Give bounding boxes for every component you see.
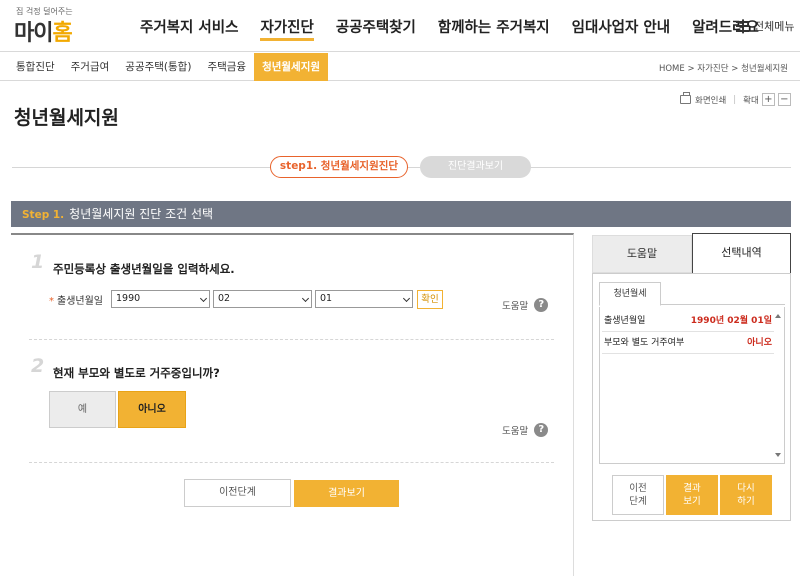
zoom-out-button[interactable]: − bbox=[777, 93, 791, 106]
all-menu-label: 전체메뉴 bbox=[754, 20, 795, 33]
print-icon bbox=[680, 92, 691, 104]
nav-item-self-diagnosis[interactable]: 자가진단 bbox=[260, 16, 315, 41]
site-logo[interactable]: 집 걱정 덜어주는 마이홈 bbox=[12, 6, 82, 46]
scroll-up-icon[interactable] bbox=[775, 314, 781, 318]
side-panel-body: 청년월세 출생년월일 1990년 02월 01일 부모와 별도 거주여부 아니오… bbox=[592, 273, 791, 521]
nav-item-housing-welfare-service[interactable]: 주거복지 서비스 bbox=[140, 16, 238, 38]
tab-selection-history[interactable]: 선택내역 bbox=[692, 233, 791, 273]
tools-divider: | bbox=[733, 94, 737, 105]
selection-value: 1990년 02월 01일 bbox=[690, 316, 772, 326]
side-restart-button[interactable]: 다시 하기 bbox=[720, 475, 772, 515]
question2-help-button[interactable]: 도움말? bbox=[502, 423, 549, 437]
question-panel: 1 주민등록상 출생년월일을 입력하세요. * 출생년월일 1990 02 01 … bbox=[11, 233, 574, 576]
subnav-tab-public-housing[interactable]: 공공주택(통합) bbox=[117, 53, 199, 81]
tab-help[interactable]: 도움말 bbox=[592, 235, 692, 273]
subnav-tab-youth-rent[interactable]: 청년월세지원 bbox=[254, 53, 329, 81]
option-yes-button[interactable]: 예 bbox=[49, 391, 116, 428]
section-title: 청년월세지원 진단 조건 선택 bbox=[69, 207, 214, 221]
actions-divider bbox=[29, 462, 554, 463]
birthdate-label: * 출생년월일 bbox=[49, 296, 103, 307]
help-icon: ? bbox=[534, 423, 549, 437]
section-header-bar: Step 1. 청년월세지원 진단 조건 선택 bbox=[11, 201, 791, 227]
nav-item-together-housing-welfare[interactable]: 함께하는 주거복지 bbox=[438, 16, 550, 38]
question2-number: 2 bbox=[31, 355, 45, 377]
prev-step-button[interactable]: 이전단계 bbox=[184, 479, 291, 507]
selection-key: 부모와 별도 거주여부 bbox=[604, 338, 685, 348]
page-tools: 화면인쇄 | 확대 + − bbox=[680, 92, 791, 106]
step2-indicator[interactable]: 진단결과보기 bbox=[420, 156, 531, 178]
question1-help-button[interactable]: 도움말? bbox=[502, 298, 549, 312]
sub-nav: 통합진단 주거급여 공공주택(통합) 주택금융 청년월세지원 HOME > 자가… bbox=[0, 53, 800, 81]
help-icon: ? bbox=[534, 298, 549, 312]
birth-year-select[interactable]: 1990 bbox=[111, 290, 210, 308]
confirm-birthdate-button[interactable]: 확인 bbox=[417, 290, 443, 309]
list-item: 출생년월일 1990년 02월 01일 bbox=[602, 311, 774, 332]
step1-indicator: step1. 청년월세지원진단 bbox=[270, 156, 408, 178]
question-divider bbox=[29, 339, 554, 340]
chevron-down-icon bbox=[301, 294, 310, 303]
subnav-tab-housing-finance[interactable]: 주택금융 bbox=[199, 53, 254, 81]
subtab-bar: 청년월세 bbox=[599, 280, 785, 306]
print-button[interactable]: 화면인쇄 bbox=[695, 94, 726, 106]
subnav-tab-integrated[interactable]: 통합진단 bbox=[8, 53, 63, 81]
chevron-down-icon bbox=[199, 294, 208, 303]
nav-item-landlord-guide[interactable]: 임대사업자 안내 bbox=[572, 16, 670, 38]
section-step-prefix: Step 1. bbox=[22, 209, 65, 221]
question2-text: 현재 부모와 별도로 거주중입니까? bbox=[53, 366, 220, 380]
selection-value: 아니오 bbox=[747, 338, 772, 348]
site-header: 집 걱정 덜어주는 마이홈 주거복지 서비스 자가진단 공공주택찾기 함께하는 … bbox=[0, 0, 800, 52]
question1-text: 주민등록상 출생년월일을 입력하세요. bbox=[53, 262, 235, 276]
question1-number: 1 bbox=[31, 251, 45, 273]
subnav-tab-housing-benefit[interactable]: 주거급여 bbox=[63, 53, 118, 81]
birth-day-select[interactable]: 01 bbox=[315, 290, 413, 308]
birth-month-select[interactable]: 02 bbox=[213, 290, 312, 308]
zoom-label: 확대 bbox=[743, 95, 759, 106]
main-nav: 주거복지 서비스 자가진단 공공주택찾기 함께하는 주거복지 임대사업자 안내 … bbox=[140, 16, 781, 41]
nav-item-public-housing-search[interactable]: 공공주택찾기 bbox=[336, 16, 416, 38]
page-title: 청년월세지원 bbox=[14, 107, 119, 129]
breadcrumb: HOME > 자가진단 > 청년월세지원 bbox=[658, 64, 788, 74]
required-mark: * bbox=[49, 296, 54, 307]
zoom-in-button[interactable]: + bbox=[761, 93, 775, 106]
list-item: 부모와 별도 거주여부 아니오 bbox=[602, 333, 774, 354]
chevron-down-icon bbox=[402, 294, 411, 303]
hamburger-icon bbox=[736, 20, 749, 32]
selection-list[interactable]: 출생년월일 1990년 02월 01일 부모와 별도 거주여부 아니오 bbox=[599, 307, 785, 464]
view-result-button[interactable]: 결과보기 bbox=[294, 480, 399, 507]
selection-side-panel: 도움말 선택내역 청년월세 출생년월일 1990년 02월 01일 부모와 별도… bbox=[592, 233, 791, 521]
option-no-button[interactable]: 아니오 bbox=[118, 391, 186, 428]
all-menu-button[interactable]: 전체메뉴 bbox=[736, 18, 794, 34]
selection-key: 출생년월일 bbox=[604, 316, 646, 326]
subtab-youth-rent[interactable]: 청년월세 bbox=[599, 282, 661, 306]
side-panel-tabs: 도움말 선택내역 bbox=[592, 233, 791, 273]
side-prev-step-button[interactable]: 이전 단계 bbox=[612, 475, 664, 515]
side-view-result-button[interactable]: 결과 보기 bbox=[666, 475, 718, 515]
scroll-down-icon[interactable] bbox=[775, 453, 781, 457]
logo-wordmark: 마이홈 bbox=[14, 21, 73, 46]
